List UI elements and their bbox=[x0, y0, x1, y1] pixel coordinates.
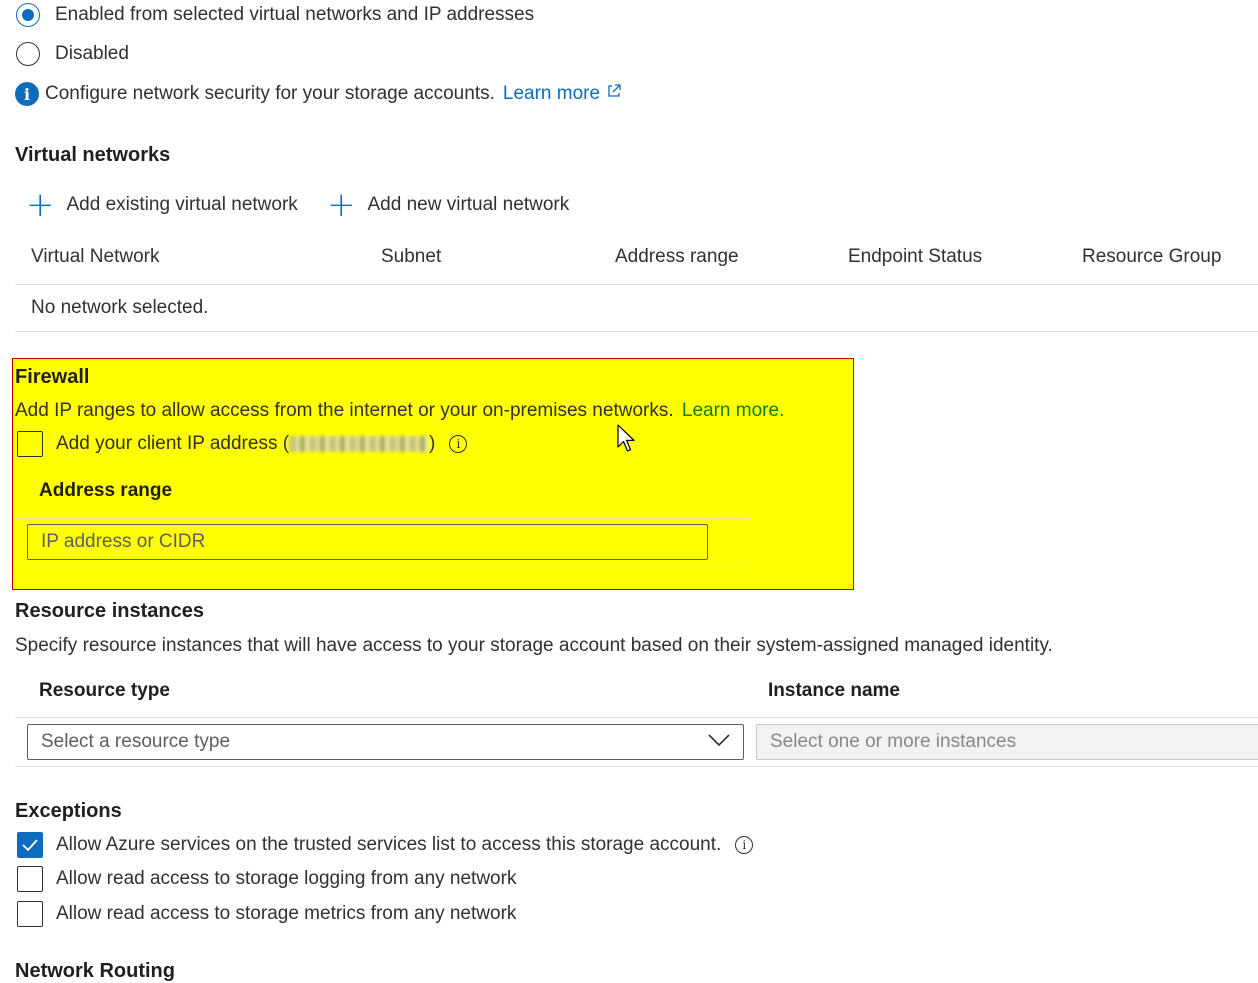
learn-more-link[interactable]: Learn more bbox=[503, 83, 600, 105]
exception-storage-logging-row[interactable]: Allow read access to storage logging fro… bbox=[17, 864, 516, 894]
table-divider bbox=[15, 331, 1258, 332]
exception-label: Allow read access to storage metrics fro… bbox=[56, 903, 517, 924]
storage-logging-checkbox[interactable] bbox=[17, 866, 43, 892]
add-new-virtual-network-button[interactable]: + Add new virtual network bbox=[327, 185, 570, 225]
add-client-ip-row[interactable]: Add your client IP address ( ) i bbox=[17, 429, 468, 459]
chevron-down-icon bbox=[708, 731, 730, 753]
client-ip-address-blurred bbox=[289, 436, 430, 452]
radio-label: Disabled bbox=[55, 43, 129, 64]
resource-instances-description: Specify resource instances that will hav… bbox=[15, 635, 1053, 656]
plus-icon: + bbox=[327, 185, 356, 225]
radio-enabled-selected-networks[interactable]: Enabled from selected virtual networks a… bbox=[16, 0, 534, 30]
radio-disabled[interactable]: Disabled bbox=[16, 39, 129, 69]
info-icon[interactable]: i bbox=[735, 836, 754, 854]
button-label: Add existing virtual network bbox=[66, 194, 298, 215]
radio-button[interactable] bbox=[16, 42, 40, 66]
firewall-description: Add IP ranges to allow access from the i… bbox=[15, 400, 674, 421]
resource-table-divider bbox=[15, 717, 1258, 718]
radio-button[interactable] bbox=[16, 3, 40, 27]
client-ip-prefix: Add your client IP address ( bbox=[56, 433, 290, 454]
checkmark-icon bbox=[22, 839, 38, 852]
info-text: Configure network security for your stor… bbox=[45, 83, 495, 104]
column-header-address-range[interactable]: Address range bbox=[615, 246, 739, 268]
firewall-title: Firewall bbox=[15, 366, 90, 388]
exceptions-title: Exceptions bbox=[15, 800, 122, 822]
exception-label: Allow Azure services on the trusted serv… bbox=[56, 834, 722, 855]
client-ip-suffix: ) bbox=[429, 433, 436, 454]
column-header-endpoint-status[interactable]: Endpoint Status bbox=[848, 246, 982, 268]
info-icon: i bbox=[15, 82, 39, 106]
radio-label: Enabled from selected virtual networks a… bbox=[55, 4, 535, 25]
exception-label: Allow read access to storage logging fro… bbox=[56, 868, 517, 889]
info-icon[interactable]: i bbox=[449, 435, 468, 453]
column-header-subnet[interactable]: Subnet bbox=[381, 246, 441, 268]
resource-table-divider bbox=[15, 766, 1258, 767]
table-divider bbox=[15, 284, 1258, 285]
plus-icon: + bbox=[26, 185, 55, 225]
firewall-description-row: Add IP ranges to allow access from the i… bbox=[15, 400, 784, 422]
mouse-cursor-icon bbox=[617, 424, 635, 452]
address-range-divider bbox=[15, 518, 749, 519]
add-existing-virtual-network-button[interactable]: + Add existing virtual network bbox=[26, 185, 298, 225]
exception-storage-metrics-row[interactable]: Allow read access to storage metrics fro… bbox=[17, 899, 516, 929]
resource-instances-title: Resource instances bbox=[15, 600, 204, 622]
ip-address-input[interactable] bbox=[27, 524, 708, 560]
column-header-virtual-network[interactable]: Virtual Network bbox=[31, 246, 159, 268]
empty-table-message: No network selected. bbox=[31, 297, 209, 318]
network-security-info: i Configure network security for your st… bbox=[15, 80, 622, 108]
dropdown-placeholder: Select one or more instances bbox=[770, 731, 1017, 752]
instance-name-header: Instance name bbox=[768, 680, 900, 701]
external-link-icon bbox=[606, 83, 622, 105]
storage-metrics-checkbox[interactable] bbox=[17, 901, 43, 927]
instance-name-dropdown: Select one or more instances bbox=[756, 724, 1258, 760]
column-header-resource-group[interactable]: Resource Group bbox=[1082, 246, 1221, 268]
address-range-header: Address range bbox=[39, 480, 173, 501]
button-label: Add new virtual network bbox=[367, 194, 570, 215]
address-range-divider bbox=[15, 565, 749, 566]
network-routing-title: Network Routing bbox=[15, 960, 175, 982]
virtual-networks-title: Virtual networks bbox=[15, 144, 171, 166]
add-client-ip-checkbox[interactable] bbox=[17, 431, 43, 457]
resource-type-dropdown[interactable]: Select a resource type bbox=[27, 724, 744, 760]
exception-trusted-services-row[interactable]: Allow Azure services on the trusted serv… bbox=[17, 830, 754, 860]
firewall-learn-more-link[interactable]: Learn more. bbox=[682, 400, 784, 421]
trusted-services-checkbox[interactable] bbox=[17, 832, 43, 858]
resource-type-header: Resource type bbox=[39, 680, 170, 701]
dropdown-placeholder: Select a resource type bbox=[41, 731, 231, 752]
